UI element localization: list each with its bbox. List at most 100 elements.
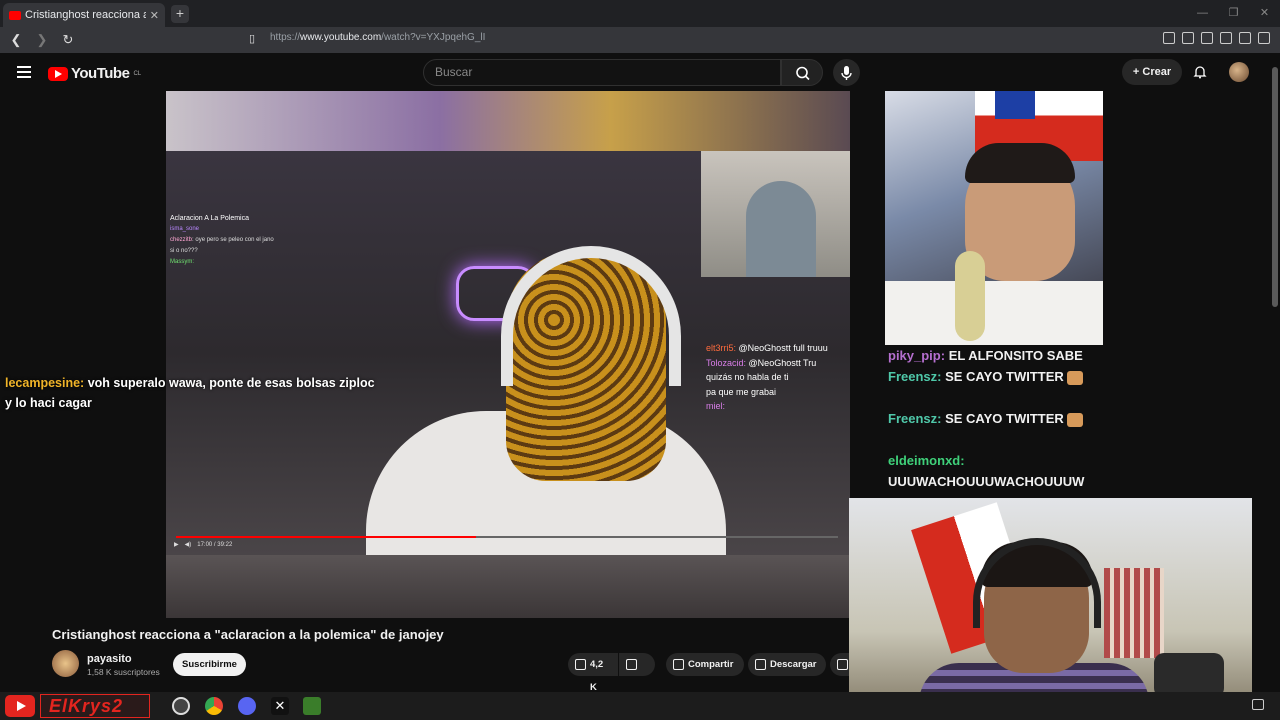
- reactor-microphone: [955, 251, 985, 341]
- inner-video-title: Aclaracion A La Polemica: [170, 215, 249, 222]
- share-icon: [673, 659, 684, 670]
- video-progress-played: [176, 536, 476, 538]
- url-field[interactable]: https://www.youtube.com/watch?v=YXJpqehG…: [270, 32, 485, 43]
- url-path: /watch?v=YXJpqehG_lI: [381, 32, 486, 43]
- video-bottom-area: [166, 555, 850, 618]
- scrollbar-thumb[interactable]: [1272, 67, 1278, 307]
- create-label: Crear: [1142, 66, 1172, 78]
- search-icon: [796, 66, 810, 81]
- url-scheme: https://: [270, 32, 301, 43]
- reload-icon[interactable]: ↻: [58, 32, 78, 48]
- download-button[interactable]: Descargar: [748, 653, 826, 676]
- emote-icon: [1067, 370, 1084, 385]
- voice-search-button[interactable]: [833, 59, 860, 86]
- chat-message: UUUWACHOUUUWACHOUUUW: [888, 474, 1085, 489]
- stream-chat-panel: piky_pip: EL ALFONSITO SABE Freensz: SE …: [885, 345, 1103, 498]
- dislike-button[interactable]: [619, 653, 655, 676]
- page-scrollbar[interactable]: [1270, 53, 1280, 688]
- chile-flag-canton: [995, 91, 1035, 119]
- channel-subscribers: 1,58 K suscriptores: [87, 667, 160, 677]
- taskbar: ElKrys2 ✕: [0, 692, 1280, 720]
- video-person-headset: [501, 246, 681, 386]
- side-chat-line: Tolozacid: @NeoGhostt Tru: [706, 357, 817, 368]
- window-controls: — ❐ ✕: [1187, 0, 1280, 27]
- wallet-icon[interactable]: [1220, 32, 1232, 44]
- chat-spacer: [888, 429, 1103, 450]
- account-avatar[interactable]: [1229, 62, 1249, 82]
- like-count: 4,2 K: [590, 659, 604, 693]
- video-controls: ▶ ◀) 17:00 / 39:22: [174, 541, 233, 549]
- video-player[interactable]: Aclaracion A La Polemica isma_sone chezz…: [166, 91, 850, 618]
- chat-message: Freensz: SE CAYO TWITTER: [888, 408, 1103, 429]
- streamer-webcam: [849, 498, 1252, 720]
- capcut-icon[interactable]: ✕: [271, 697, 289, 715]
- create-button[interactable]: + Crear: [1122, 59, 1182, 85]
- plus-icon: +: [1132, 66, 1140, 78]
- address-bar-row: ❮ ❯ ↻ ▯ https://www.youtube.com/watch?v=…: [0, 27, 1280, 53]
- download-label: Descargar: [770, 659, 817, 670]
- sidebar-icon[interactable]: [1201, 32, 1213, 44]
- extensions-icon[interactable]: [1163, 32, 1175, 44]
- inner-chat-line: Massym:: [170, 259, 194, 265]
- menu-icon[interactable]: [1258, 32, 1270, 44]
- browser-tab[interactable]: Cristianghost reacciona a "ac ✕: [3, 3, 165, 27]
- chrome-icon[interactable]: [205, 697, 223, 715]
- download-icon: [755, 659, 766, 670]
- inner-webcam-person: [746, 181, 816, 277]
- like-button[interactable]: 4,2 K: [568, 653, 618, 693]
- thumbs-up-icon: [575, 659, 586, 670]
- search-input[interactable]: Buscar: [423, 59, 781, 86]
- tab-title: Cristianghost reacciona a "ac: [25, 9, 146, 21]
- obs-icon[interactable]: [172, 697, 190, 715]
- media-icon[interactable]: [1182, 32, 1194, 44]
- reactor-hair: [965, 143, 1075, 183]
- region-code: CL: [133, 70, 142, 77]
- overlay-chat-text-2: y lo haci cagar: [5, 396, 92, 410]
- new-tab-button[interactable]: +: [171, 4, 189, 23]
- youtube-header: YouTube CL Buscar + Crear: [0, 53, 1270, 91]
- emote-icon: [1067, 412, 1084, 427]
- overlay-chat-text: voh superalo wawa, ponte de esas bolsas …: [87, 376, 375, 390]
- stream-overlay-chat: lecampesine: voh superalo wawa, ponte de…: [5, 373, 385, 413]
- channel-name[interactable]: payasito: [87, 653, 132, 665]
- inner-webcam: [701, 151, 850, 277]
- video-time: 17:00 / 39:22: [197, 541, 233, 548]
- maximize-button[interactable]: ❐: [1218, 0, 1249, 27]
- video-progress-bar[interactable]: [176, 536, 838, 538]
- streamer-name-banner: ElKrys2: [40, 694, 150, 718]
- forward-icon[interactable]: ❯: [32, 32, 52, 48]
- search-button[interactable]: [781, 59, 823, 86]
- play-icon[interactable]: ▶: [174, 541, 179, 548]
- thumbs-down-icon: [626, 659, 637, 670]
- share-button[interactable]: Compartir: [666, 653, 744, 676]
- youtube-favicon-icon: [9, 10, 21, 20]
- chat-message: piky_pip: EL ALFONSITO SABE: [888, 348, 1083, 363]
- inner-side-chat: elt3rri5: @NeoGhostt full truuu Tolozaci…: [706, 341, 828, 414]
- microphone-icon: [841, 66, 852, 80]
- bookmark-icon[interactable]: ▯: [242, 32, 262, 45]
- hamburger-menu-icon[interactable]: [17, 66, 31, 81]
- share-label: Compartir: [688, 659, 734, 670]
- channel-avatar[interactable]: [52, 650, 79, 677]
- youtube-wordmark: YouTube: [71, 65, 130, 82]
- notifications-icon[interactable]: [1252, 699, 1264, 710]
- shield-icon[interactable]: [1239, 32, 1251, 44]
- close-window-button[interactable]: ✕: [1249, 0, 1280, 27]
- notifications-bell-icon[interactable]: [1193, 65, 1207, 79]
- youtube-logo[interactable]: YouTube CL: [48, 65, 141, 82]
- reactor-shirt: [885, 281, 1103, 345]
- discord-icon[interactable]: [238, 697, 256, 715]
- clip-button[interactable]: [830, 653, 849, 676]
- scissors-icon: [837, 659, 848, 670]
- blanket: [1104, 568, 1164, 658]
- subscribe-button[interactable]: Suscribirme: [173, 653, 246, 676]
- minecraft-icon[interactable]: [303, 697, 321, 715]
- side-chat-line: elt3rri5: @NeoGhostt full truuu: [706, 343, 828, 353]
- back-icon[interactable]: ❮: [6, 32, 26, 48]
- video-background-top: [166, 91, 850, 151]
- minimize-button[interactable]: —: [1187, 0, 1218, 27]
- volume-icon[interactable]: ◀): [185, 541, 192, 548]
- side-chat-line: pa que me grabai: [706, 386, 777, 397]
- tab-close-icon[interactable]: ✕: [150, 9, 159, 22]
- browser-toolbar-icons: [1163, 32, 1270, 44]
